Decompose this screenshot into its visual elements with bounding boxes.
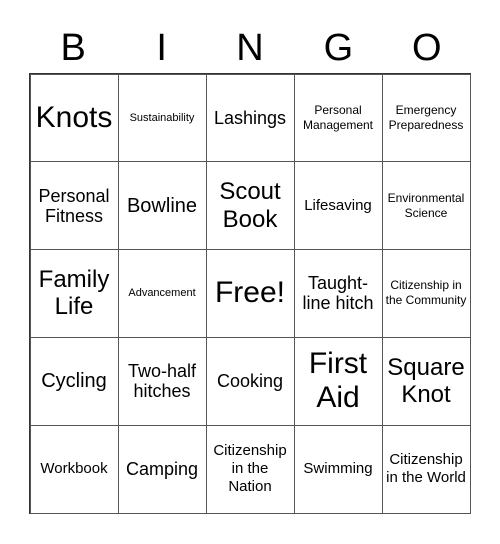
bingo-cell[interactable]: Cycling: [29, 336, 119, 426]
bingo-cell[interactable]: Family Life: [29, 249, 119, 338]
header-letter-i: I: [156, 27, 167, 69]
bingo-grid: Knots Sustainability Lashings Personal Mana…: [29, 73, 471, 514]
header-letter-g: G: [323, 27, 354, 69]
bingo-cell[interactable]: Citizenship in the World: [381, 424, 471, 514]
bingo-cell[interactable]: Citizenship in the Community: [381, 249, 471, 338]
bingo-cell[interactable]: Scout Book: [205, 161, 295, 251]
bingo-cell[interactable]: Emergency Preparedness: [381, 73, 471, 163]
header-letter-o: O: [412, 27, 442, 69]
bingo-cell[interactable]: Bowline: [117, 161, 207, 251]
bingo-cell[interactable]: Sustainability: [117, 73, 207, 163]
bingo-cell[interactable]: Cooking: [205, 336, 295, 426]
bingo-cell[interactable]: Advancement: [117, 249, 207, 338]
bingo-cell[interactable]: Two-half hitches: [117, 336, 207, 426]
bingo-cell[interactable]: Workbook: [29, 424, 119, 514]
bingo-cell[interactable]: Environmental Science: [381, 161, 471, 251]
bingo-cell[interactable]: First Aid: [293, 336, 383, 426]
bingo-cell[interactable]: Camping: [117, 424, 207, 514]
bingo-cell[interactable]: Taught-line hitch: [293, 249, 383, 338]
free-space-cell[interactable]: Free!: [205, 249, 295, 338]
bingo-header: B I N G O: [29, 22, 471, 74]
header-letter-n: N: [236, 27, 264, 69]
bingo-cell[interactable]: Citizenship in the Nation: [205, 424, 295, 514]
header-letter-b: B: [60, 27, 86, 69]
bingo-cell[interactable]: Personal Management: [293, 73, 383, 163]
bingo-cell[interactable]: Lashings: [205, 73, 295, 163]
bingo-cell[interactable]: Personal Fitness: [29, 161, 119, 251]
bingo-cell[interactable]: Square Knot: [381, 336, 471, 426]
bingo-cell[interactable]: Lifesaving: [293, 161, 383, 251]
bingo-cell[interactable]: Knots: [29, 73, 119, 163]
bingo-cell[interactable]: Swimming: [293, 424, 383, 514]
